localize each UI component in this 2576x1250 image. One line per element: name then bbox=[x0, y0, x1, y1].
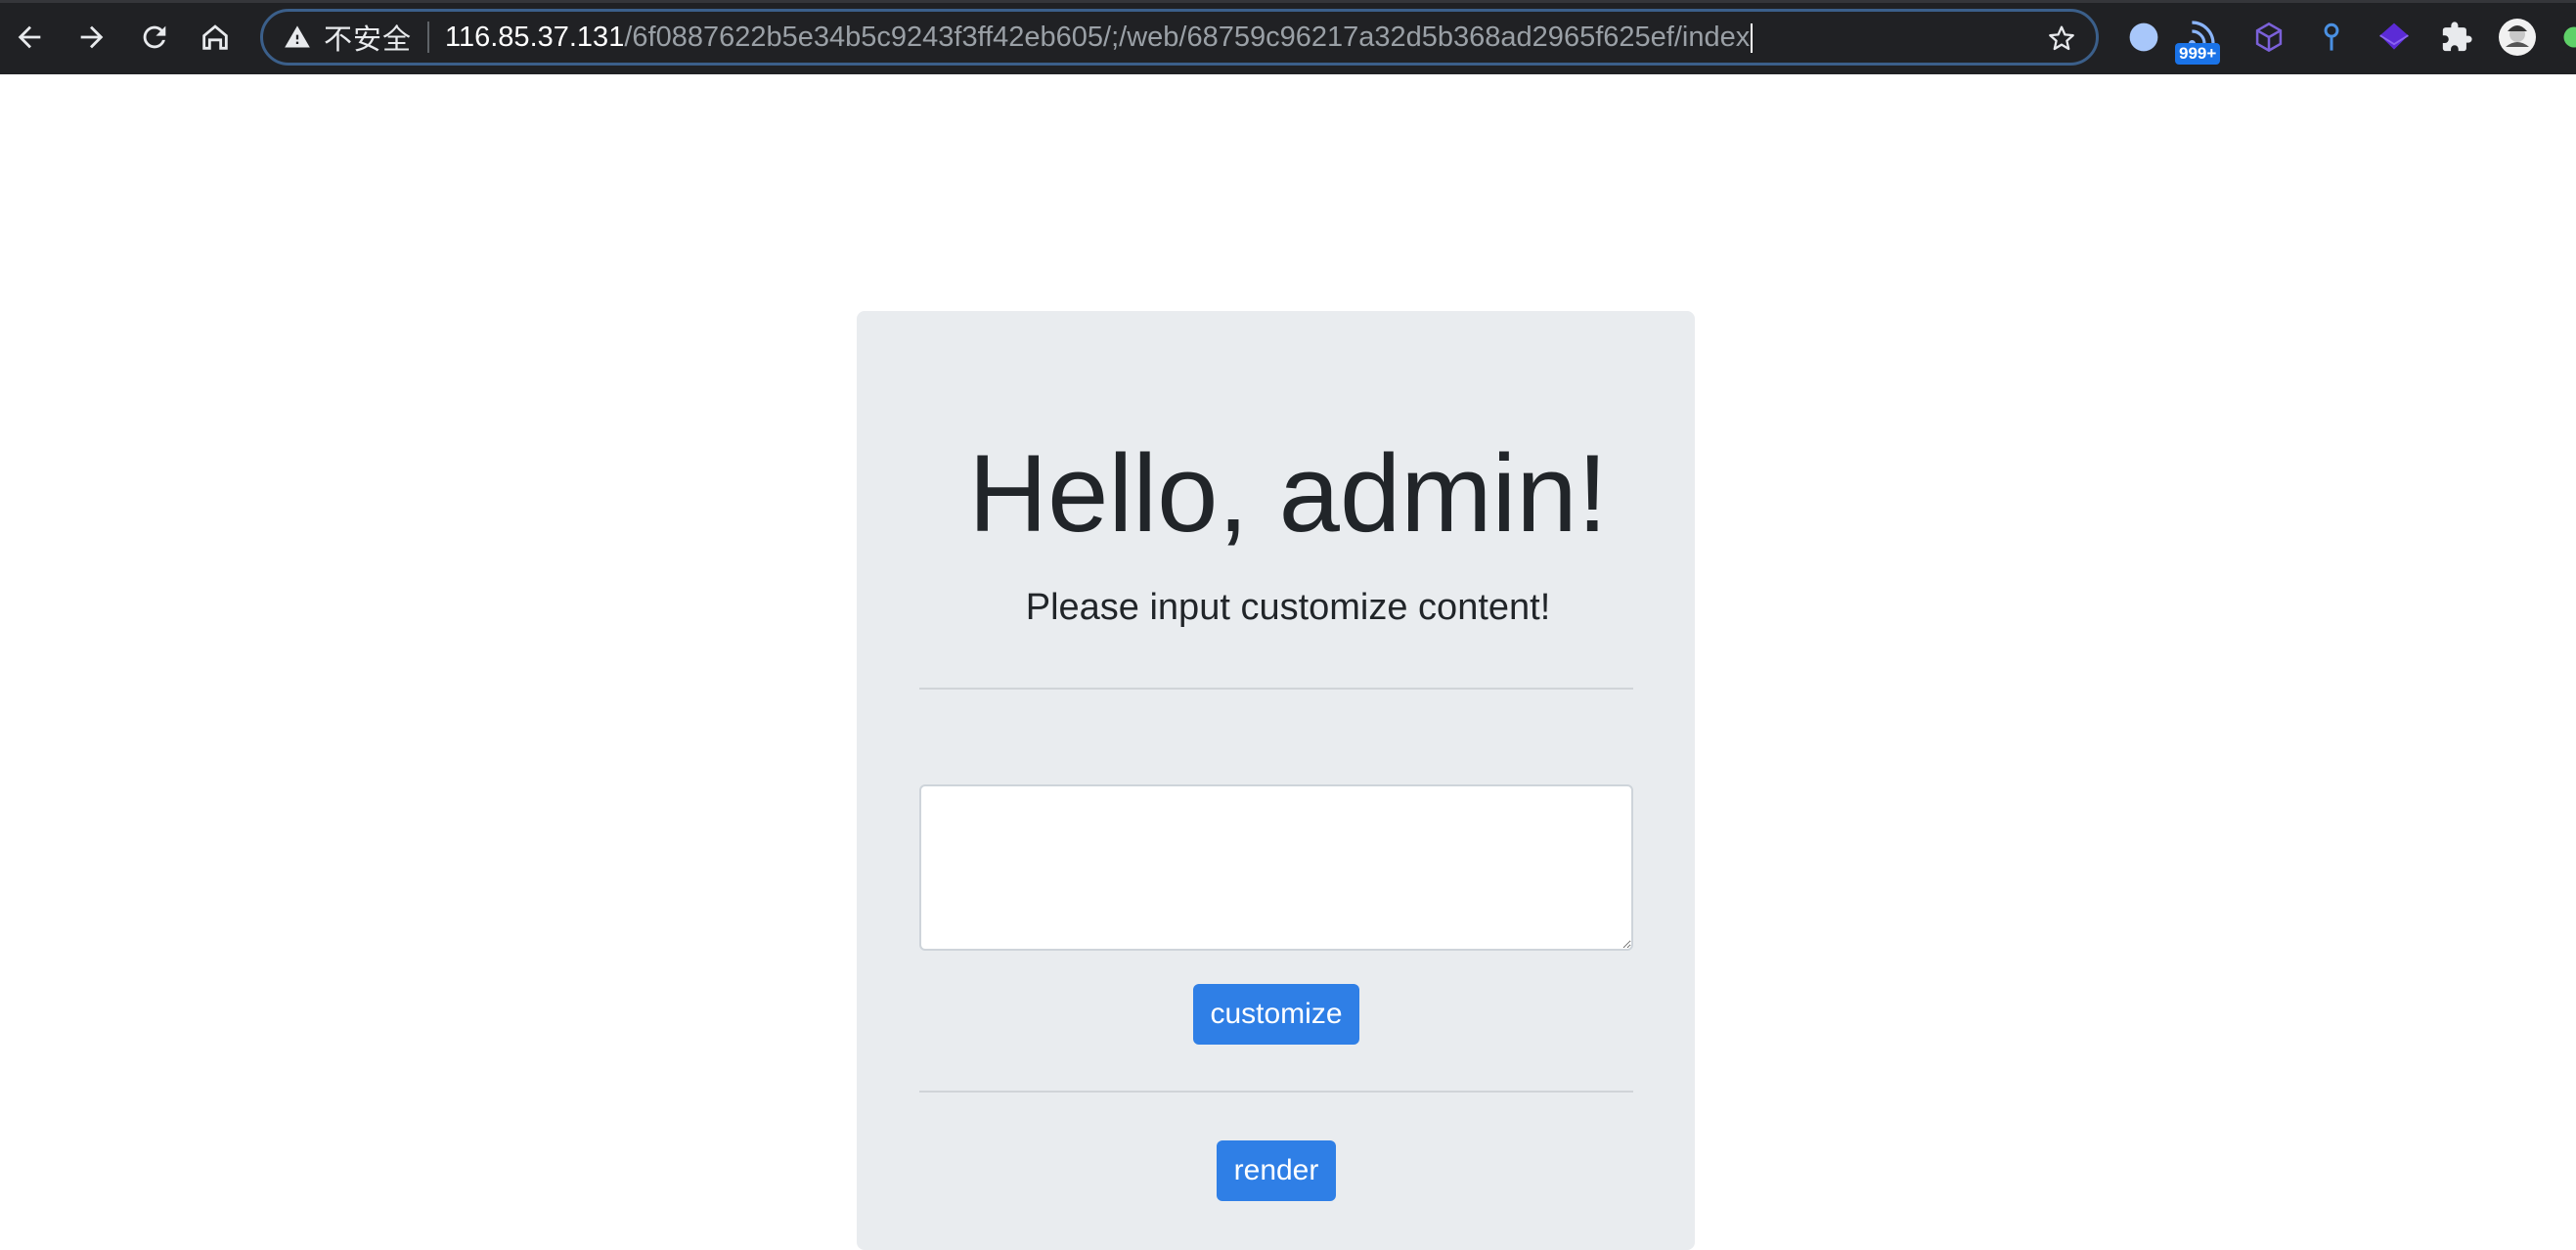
page-title: Hello, admin! bbox=[0, 430, 2576, 557]
extension-pin-icon[interactable] bbox=[2312, 18, 2351, 57]
reload-button[interactable] bbox=[131, 14, 178, 61]
extension-green-icon[interactable] bbox=[2554, 18, 2576, 57]
extension-circle-icon[interactable] bbox=[2124, 18, 2163, 57]
address-separator bbox=[427, 22, 429, 53]
page-subtitle: Please input customize content! bbox=[0, 587, 2576, 629]
divider-bottom bbox=[919, 1091, 1633, 1093]
bookmark-star-icon[interactable] bbox=[2047, 23, 2076, 53]
url-path: /6f0887622b5e34b5c9243f3ff42eb605/;/web/… bbox=[624, 22, 1750, 53]
url-text[interactable]: 116.85.37.131/6f0887622b5e34b5c9243f3ff4… bbox=[445, 22, 1753, 54]
home-button[interactable] bbox=[192, 14, 239, 61]
customize-content-textarea[interactable] bbox=[919, 784, 1633, 951]
tab-strip-edge bbox=[0, 0, 2576, 3]
browser-toolbar: 不安全 116.85.37.131/6f0887622b5e34b5c9243f… bbox=[0, 0, 2576, 74]
insecure-label[interactable]: 不安全 bbox=[324, 17, 412, 58]
back-button[interactable] bbox=[6, 14, 53, 61]
reload-icon bbox=[138, 21, 171, 54]
extension-badge: 999+ bbox=[2175, 43, 2220, 65]
extension-cube-icon[interactable] bbox=[2249, 18, 2288, 57]
address-bar[interactable]: 不安全 116.85.37.131/6f0887622b5e34b5c9243f… bbox=[260, 9, 2099, 66]
extension-puzzle-icon[interactable] bbox=[2437, 18, 2476, 57]
extension-diamond-icon[interactable] bbox=[2375, 18, 2414, 57]
url-host: 116.85.37.131 bbox=[445, 22, 624, 53]
render-button[interactable]: render bbox=[1217, 1140, 1336, 1201]
customize-button[interactable]: customize bbox=[1193, 984, 1359, 1045]
profile-avatar-icon[interactable] bbox=[2498, 18, 2537, 57]
home-icon bbox=[199, 21, 232, 54]
forward-arrow-icon bbox=[75, 21, 109, 54]
divider-top bbox=[919, 688, 1633, 690]
text-caret bbox=[1751, 23, 1753, 53]
warning-icon[interactable] bbox=[283, 22, 312, 52]
back-arrow-icon bbox=[13, 21, 46, 54]
forward-button[interactable] bbox=[68, 14, 115, 61]
